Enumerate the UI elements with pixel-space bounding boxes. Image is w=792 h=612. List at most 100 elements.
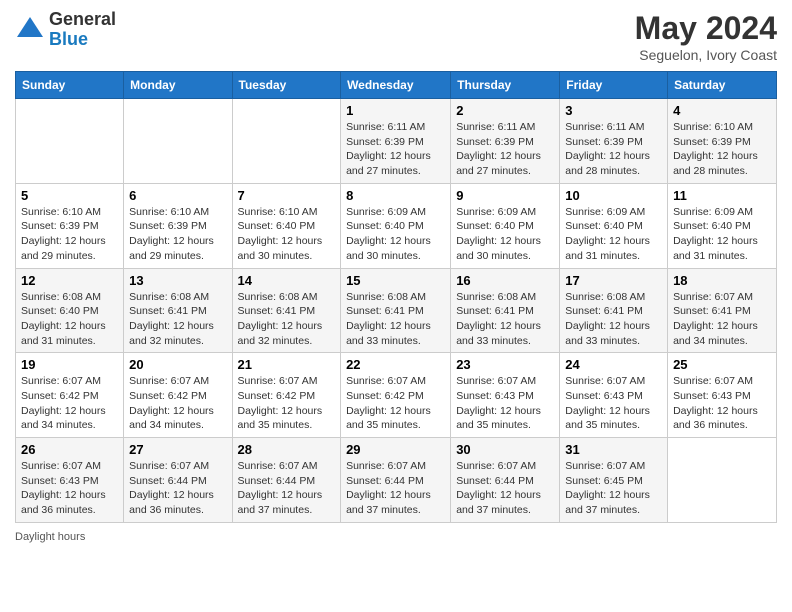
calendar-cell: 12 Sunrise: 6:08 AM Sunset: 6:40 PM Dayli… xyxy=(16,268,124,353)
day-info: Sunrise: 6:07 AM Sunset: 6:43 PM Dayligh… xyxy=(673,374,771,433)
day-info: Sunrise: 6:08 AM Sunset: 6:41 PM Dayligh… xyxy=(346,290,445,349)
day-number: 3 xyxy=(565,103,662,118)
calendar-week-4: 19 Sunrise: 6:07 AM Sunset: 6:42 PM Dayli… xyxy=(16,353,777,438)
day-number: 22 xyxy=(346,357,445,372)
calendar-cell: 20 Sunrise: 6:07 AM Sunset: 6:42 PM Dayli… xyxy=(124,353,232,438)
calendar-cell: 1Sunrise: 6:11 AM Sunset: 6:39 PM Daylig… xyxy=(341,99,451,184)
calendar-cell: 17Sunrise: 6:08 AM Sunset: 6:41 PM Dayli… xyxy=(560,268,668,353)
day-info: Sunrise: 6:11 AM Sunset: 6:39 PM Dayligh… xyxy=(346,120,445,179)
calendar-table: SundayMondayTuesdayWednesdayThursdayFrid… xyxy=(15,71,777,523)
day-info: Sunrise: 6:09 AM Sunset: 6:40 PM Dayligh… xyxy=(565,205,662,264)
day-info: Sunrise: 6:07 AM Sunset: 6:44 PM Dayligh… xyxy=(346,459,445,518)
location-subtitle: Seguelon, Ivory Coast xyxy=(635,47,777,63)
day-info: Sunrise: 6:10 AM Sunset: 6:39 PM Dayligh… xyxy=(673,120,771,179)
day-number: 2 xyxy=(456,103,554,118)
calendar-cell: 19 Sunrise: 6:07 AM Sunset: 6:42 PM Dayli… xyxy=(16,353,124,438)
calendar-week-2: 5 Sunrise: 6:10 AM Sunset: 6:39 PM Daylig… xyxy=(16,183,777,268)
calendar-cell: 4 Sunrise: 6:10 AM Sunset: 6:39 PM Daylig… xyxy=(668,99,777,184)
day-info: Sunrise: 6:09 AM Sunset: 6:40 PM Dayligh… xyxy=(673,205,771,264)
day-info: Sunrise: 6:07 AM Sunset: 6:42 PM Dayligh… xyxy=(238,374,336,433)
day-info: Sunrise: 6:07 AM Sunset: 6:41 PM Dayligh… xyxy=(673,290,771,349)
calendar-week-3: 12 Sunrise: 6:08 AM Sunset: 6:40 PM Dayli… xyxy=(16,268,777,353)
day-info: Sunrise: 6:07 AM Sunset: 6:45 PM Dayligh… xyxy=(565,459,662,518)
calendar-cell: 26 Sunrise: 6:07 AM Sunset: 6:43 PM Dayli… xyxy=(16,438,124,523)
calendar-cell xyxy=(668,438,777,523)
day-number: 4 xyxy=(673,103,771,118)
calendar-cell xyxy=(124,99,232,184)
day-info: Sunrise: 6:07 AM Sunset: 6:43 PM Dayligh… xyxy=(21,459,118,518)
day-number: 29 xyxy=(346,442,445,457)
day-number: 23 xyxy=(456,357,554,372)
day-number: 5 xyxy=(21,188,118,203)
day-info: Sunrise: 6:08 AM Sunset: 6:41 PM Dayligh… xyxy=(456,290,554,349)
header-day-saturday: Saturday xyxy=(668,72,777,99)
day-info: Sunrise: 6:07 AM Sunset: 6:42 PM Dayligh… xyxy=(21,374,118,433)
day-number: 26 xyxy=(21,442,118,457)
day-number: 8 xyxy=(346,188,445,203)
header-day-friday: Friday xyxy=(560,72,668,99)
calendar-cell: 6Sunrise: 6:10 AM Sunset: 6:39 PM Daylig… xyxy=(124,183,232,268)
day-info: Sunrise: 6:09 AM Sunset: 6:40 PM Dayligh… xyxy=(456,205,554,264)
day-number: 14 xyxy=(238,273,336,288)
calendar-cell: 5 Sunrise: 6:10 AM Sunset: 6:39 PM Daylig… xyxy=(16,183,124,268)
calendar-cell: 13 Sunrise: 6:08 AM Sunset: 6:41 PM Dayli… xyxy=(124,268,232,353)
logo-text: General Blue xyxy=(49,10,116,50)
calendar-cell: 25 Sunrise: 6:07 AM Sunset: 6:43 PM Dayli… xyxy=(668,353,777,438)
day-number: 20 xyxy=(129,357,226,372)
calendar-cell: 22 Sunrise: 6:07 AM Sunset: 6:42 PM Dayli… xyxy=(341,353,451,438)
calendar-cell: 3 Sunrise: 6:11 AM Sunset: 6:39 PM Daylig… xyxy=(560,99,668,184)
calendar-cell: 14 Sunrise: 6:08 AM Sunset: 6:41 PM Dayli… xyxy=(232,268,341,353)
day-number: 11 xyxy=(673,188,771,203)
calendar-cell: 10Sunrise: 6:09 AM Sunset: 6:40 PM Dayli… xyxy=(560,183,668,268)
day-info: Sunrise: 6:08 AM Sunset: 6:41 PM Dayligh… xyxy=(129,290,226,349)
day-number: 13 xyxy=(129,273,226,288)
day-number: 7 xyxy=(238,188,336,203)
calendar-cell: 24 Sunrise: 6:07 AM Sunset: 6:43 PM Dayli… xyxy=(560,353,668,438)
calendar-cell: 29 Sunrise: 6:07 AM Sunset: 6:44 PM Dayli… xyxy=(341,438,451,523)
calendar-cell: 8 Sunrise: 6:09 AM Sunset: 6:40 PM Daylig… xyxy=(341,183,451,268)
day-number: 18 xyxy=(673,273,771,288)
calendar-cell: 9 Sunrise: 6:09 AM Sunset: 6:40 PM Daylig… xyxy=(451,183,560,268)
calendar-week-5: 26 Sunrise: 6:07 AM Sunset: 6:43 PM Dayli… xyxy=(16,438,777,523)
day-info: Sunrise: 6:08 AM Sunset: 6:41 PM Dayligh… xyxy=(238,290,336,349)
day-number: 24 xyxy=(565,357,662,372)
day-info: Sunrise: 6:08 AM Sunset: 6:40 PM Dayligh… xyxy=(21,290,118,349)
logo-icon xyxy=(15,15,45,45)
day-number: 9 xyxy=(456,188,554,203)
calendar-cell: 30Sunrise: 6:07 AM Sunset: 6:44 PM Dayli… xyxy=(451,438,560,523)
day-number: 15 xyxy=(346,273,445,288)
day-info: Sunrise: 6:07 AM Sunset: 6:44 PM Dayligh… xyxy=(129,459,226,518)
calendar-cell: 18 Sunrise: 6:07 AM Sunset: 6:41 PM Dayli… xyxy=(668,268,777,353)
calendar-week-1: 1Sunrise: 6:11 AM Sunset: 6:39 PM Daylig… xyxy=(16,99,777,184)
day-info: Sunrise: 6:11 AM Sunset: 6:39 PM Dayligh… xyxy=(565,120,662,179)
calendar-cell xyxy=(232,99,341,184)
calendar-cell xyxy=(16,99,124,184)
day-number: 19 xyxy=(21,357,118,372)
day-info: Sunrise: 6:07 AM Sunset: 6:42 PM Dayligh… xyxy=(346,374,445,433)
day-info: Sunrise: 6:09 AM Sunset: 6:40 PM Dayligh… xyxy=(346,205,445,264)
header-day-wednesday: Wednesday xyxy=(341,72,451,99)
day-info: Sunrise: 6:10 AM Sunset: 6:39 PM Dayligh… xyxy=(21,205,118,264)
day-number: 21 xyxy=(238,357,336,372)
header-day-tuesday: Tuesday xyxy=(232,72,341,99)
header-day-sunday: Sunday xyxy=(16,72,124,99)
day-number: 25 xyxy=(673,357,771,372)
calendar-cell: 7Sunrise: 6:10 AM Sunset: 6:40 PM Daylig… xyxy=(232,183,341,268)
day-number: 27 xyxy=(129,442,226,457)
logo-blue: Blue xyxy=(49,30,116,50)
day-info: Sunrise: 6:07 AM Sunset: 6:42 PM Dayligh… xyxy=(129,374,226,433)
calendar-cell: 23Sunrise: 6:07 AM Sunset: 6:43 PM Dayli… xyxy=(451,353,560,438)
calendar-cell: 28Sunrise: 6:07 AM Sunset: 6:44 PM Dayli… xyxy=(232,438,341,523)
calendar-cell: 15 Sunrise: 6:08 AM Sunset: 6:41 PM Dayli… xyxy=(341,268,451,353)
calendar-cell: 31 Sunrise: 6:07 AM Sunset: 6:45 PM Dayli… xyxy=(560,438,668,523)
day-number: 17 xyxy=(565,273,662,288)
calendar-cell: 2Sunrise: 6:11 AM Sunset: 6:39 PM Daylig… xyxy=(451,99,560,184)
calendar-header-row: SundayMondayTuesdayWednesdayThursdayFrid… xyxy=(16,72,777,99)
calendar-cell: 11 Sunrise: 6:09 AM Sunset: 6:40 PM Dayli… xyxy=(668,183,777,268)
day-info: Sunrise: 6:07 AM Sunset: 6:43 PM Dayligh… xyxy=(565,374,662,433)
month-title: May 2024 xyxy=(635,10,777,47)
day-number: 31 xyxy=(565,442,662,457)
day-info: Sunrise: 6:07 AM Sunset: 6:44 PM Dayligh… xyxy=(456,459,554,518)
footer-note: Daylight hours xyxy=(15,531,777,543)
day-number: 12 xyxy=(21,273,118,288)
